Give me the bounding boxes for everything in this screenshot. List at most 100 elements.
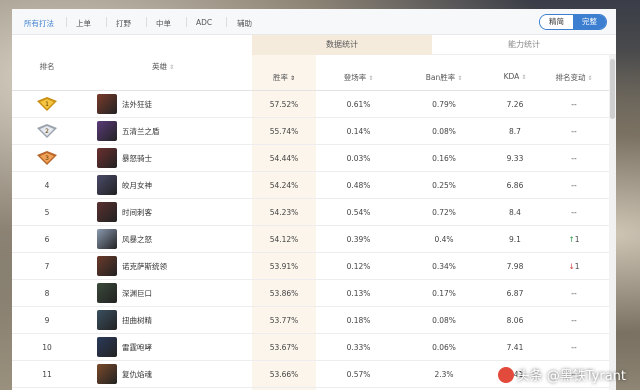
scrollbar-thumb[interactable] bbox=[610, 59, 615, 119]
medal-rank-number: 3 bbox=[45, 155, 49, 162]
kda-cell: 9.1 bbox=[509, 235, 521, 244]
full-view-button[interactable]: 完整 bbox=[573, 15, 606, 29]
winrate-cell: 53.77% bbox=[269, 316, 299, 325]
pickrate-cell: 0.13% bbox=[346, 289, 371, 298]
pickrate-cell: 0.39% bbox=[346, 235, 371, 244]
tab-top[interactable]: 上单 bbox=[76, 18, 91, 29]
winrate-cell: 55.74% bbox=[269, 127, 299, 136]
table-row[interactable]: 1 法外狂徒 57.52% 0.61% 0.79% 7.26 -- bbox=[12, 91, 616, 118]
header-rank-change-label: 排名变动 bbox=[555, 73, 586, 82]
winrate-cell: 54.23% bbox=[269, 208, 299, 217]
header-winrate[interactable]: 胜率 ⇕ bbox=[252, 72, 316, 83]
banrate-cell: 0.25% bbox=[432, 181, 456, 190]
hero-avatar[interactable] bbox=[97, 283, 117, 303]
rank-medal-icon: 3 bbox=[37, 151, 57, 165]
tab-divider bbox=[226, 17, 227, 27]
kda-cell: 7.98 bbox=[506, 262, 524, 271]
banrate-cell: 0.72% bbox=[432, 208, 456, 217]
hero-name[interactable]: 暴怒骑士 bbox=[122, 145, 152, 172]
table-row[interactable]: 9 扭曲树精 53.77% 0.18% 0.08% 8.06 -- bbox=[12, 307, 616, 334]
header-rank-change[interactable]: 排名变动 ⇕ bbox=[543, 72, 605, 83]
tab-all-roles[interactable]: 所有打法 bbox=[24, 18, 54, 29]
pickrate-cell: 0.57% bbox=[346, 370, 371, 379]
kda-cell: 9.33 bbox=[506, 154, 524, 163]
table-header: 排名 英雄 ⇕ 胜率 ⇕ 登场率 ⇕ Ban胜率 ⇕ KDA ⇕ 排名变动 ⇕ bbox=[12, 55, 616, 91]
tab-adc[interactable]: ADC bbox=[196, 18, 212, 27]
header-hero[interactable]: 英雄 ⇕ bbox=[152, 61, 174, 72]
banrate-cell: 0.08% bbox=[432, 316, 456, 325]
header-winrate-label: 胜率 bbox=[272, 73, 288, 82]
table-row[interactable]: 7 诺克萨斯统领 53.91% 0.12% 0.34% 7.98 ↓1 bbox=[12, 253, 616, 280]
hero-name[interactable]: 诺克萨斯统领 bbox=[122, 253, 167, 280]
sort-icon: ⇕ bbox=[169, 64, 175, 71]
hero-name[interactable]: 皎月女神 bbox=[122, 172, 152, 199]
header-banrate[interactable]: Ban胜率 ⇕ bbox=[401, 72, 487, 83]
kda-cell: 8.4 bbox=[509, 208, 521, 217]
watermark: 头条 @黑铁Tyrant bbox=[497, 365, 626, 384]
table-row[interactable]: 10 雷霆咆哮 53.67% 0.33% 0.06% 7.41 -- bbox=[12, 334, 616, 361]
tab-divider bbox=[146, 17, 147, 27]
tab-mid[interactable]: 中单 bbox=[156, 18, 171, 29]
table-row[interactable]: 4 皎月女神 54.24% 0.48% 0.25% 6.86 -- bbox=[12, 172, 616, 199]
rank-number: 9 bbox=[44, 316, 50, 325]
hero-name[interactable]: 五清兰之盾 bbox=[122, 118, 160, 145]
winrate-cell: 53.66% bbox=[269, 370, 299, 379]
rank-change-cell: -- bbox=[571, 289, 577, 298]
rank-change-cell: -- bbox=[571, 208, 577, 217]
winrate-cell: 54.12% bbox=[269, 235, 299, 244]
table-row[interactable]: 8 深渊巨口 53.86% 0.13% 0.17% 6.87 -- bbox=[12, 280, 616, 307]
winrate-cell: 53.91% bbox=[269, 262, 299, 271]
hero-avatar[interactable] bbox=[97, 364, 117, 384]
hero-avatar[interactable] bbox=[97, 310, 117, 330]
tab-data-stats[interactable]: 数据统计 bbox=[252, 35, 432, 55]
table-row[interactable]: 3 暴怒骑士 54.44% 0.03% 0.16% 9.33 -- bbox=[12, 145, 616, 172]
pickrate-cell: 0.54% bbox=[346, 208, 371, 217]
table-row[interactable]: 6 风暴之怒 54.12% 0.39% 0.4% 9.1 ↑1 bbox=[12, 226, 616, 253]
sort-icon: ⇕ bbox=[368, 75, 374, 82]
sort-active-icon: ⇕ bbox=[289, 75, 296, 82]
scrollbar[interactable] bbox=[609, 55, 616, 390]
rank-number: 4 bbox=[44, 181, 50, 190]
pickrate-cell: 0.12% bbox=[346, 262, 371, 271]
hero-avatar[interactable] bbox=[97, 256, 117, 276]
winrate-cell: 54.44% bbox=[269, 154, 299, 163]
hero-avatar[interactable] bbox=[97, 337, 117, 357]
hero-name[interactable]: 扭曲树精 bbox=[122, 307, 152, 334]
role-filter-bar: 所有打法 上单 打野 中单 ADC 辅助 精简 完整 bbox=[12, 9, 616, 35]
hero-name[interactable]: 复仇焰魂 bbox=[122, 361, 152, 388]
tab-divider bbox=[106, 17, 107, 27]
hero-name[interactable]: 时间刺客 bbox=[122, 199, 152, 226]
watermark-logo-icon bbox=[497, 366, 514, 383]
header-pickrate-label: 登场率 bbox=[343, 73, 367, 82]
tab-support[interactable]: 辅助 bbox=[237, 18, 252, 29]
pickrate-cell: 0.03% bbox=[346, 154, 371, 163]
sort-icon: ⇕ bbox=[587, 75, 593, 82]
hero-name[interactable]: 风暴之怒 bbox=[122, 226, 152, 253]
hero-avatar[interactable] bbox=[97, 202, 117, 222]
table-row[interactable]: 2 五清兰之盾 55.74% 0.14% 0.08% 8.7 -- bbox=[12, 118, 616, 145]
hero-avatar[interactable] bbox=[97, 94, 117, 114]
rank-change-value: 1 bbox=[574, 235, 580, 244]
hero-avatar[interactable] bbox=[97, 175, 117, 195]
hero-name[interactable]: 雷霆咆哮 bbox=[122, 334, 152, 361]
watermark-text: 头条 @黑铁Tyrant bbox=[516, 369, 626, 384]
header-kda[interactable]: KDA ⇕ bbox=[487, 72, 543, 81]
banrate-cell: 0.06% bbox=[432, 343, 456, 352]
header-rank: 排名 bbox=[39, 62, 55, 71]
rank-change-cell: -- bbox=[571, 316, 577, 325]
header-pickrate[interactable]: 登场率 ⇕ bbox=[316, 72, 401, 83]
medal-rank-number: 2 bbox=[45, 128, 49, 135]
tab-ability-stats[interactable]: 能力统计 bbox=[432, 35, 616, 55]
rank-medal-icon: 1 bbox=[37, 97, 57, 111]
hero-name[interactable]: 深渊巨口 bbox=[122, 280, 152, 307]
table-row[interactable]: 5 时间刺客 54.23% 0.54% 0.72% 8.4 -- bbox=[12, 199, 616, 226]
hero-avatar[interactable] bbox=[97, 148, 117, 168]
rank-change-cell: ↓1 bbox=[543, 253, 605, 280]
tab-jungle[interactable]: 打野 bbox=[116, 18, 131, 29]
hero-avatar[interactable] bbox=[97, 229, 117, 249]
simple-view-button[interactable]: 精简 bbox=[540, 15, 573, 29]
hero-avatar[interactable] bbox=[97, 121, 117, 141]
rank-number: 11 bbox=[42, 370, 52, 379]
hero-name[interactable]: 法外狂徒 bbox=[122, 91, 152, 118]
rank-change-value: 1 bbox=[574, 262, 580, 271]
